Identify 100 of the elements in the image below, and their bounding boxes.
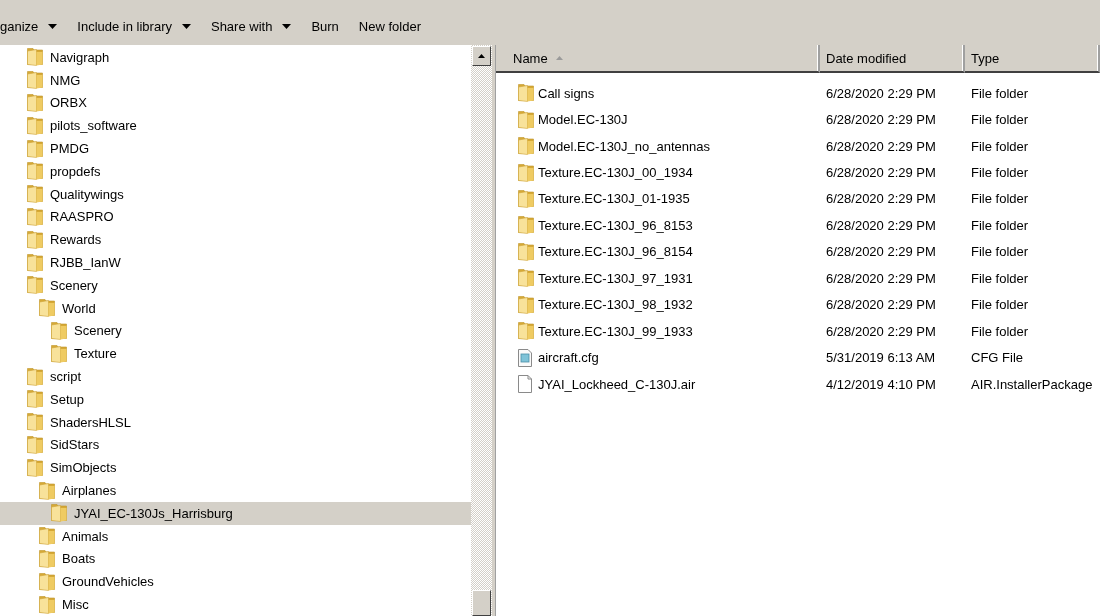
tree-item[interactable]: SimObjects xyxy=(0,456,471,480)
column-header[interactable]: Name xyxy=(496,45,820,73)
tree-item[interactable]: Airplanes xyxy=(0,479,471,502)
settings-file-icon xyxy=(518,348,532,367)
column-header[interactable]: Date modified xyxy=(820,45,965,73)
folder-icon xyxy=(27,413,43,432)
file-name[interactable]: Texture.EC-130J_98_1932 xyxy=(538,297,693,313)
folder-icon xyxy=(518,269,534,288)
folder-icon xyxy=(39,527,55,546)
folder-icon xyxy=(27,390,43,409)
folder-icon xyxy=(27,207,43,226)
folder-icon xyxy=(518,110,534,129)
tree-item[interactable]: Misc xyxy=(0,593,471,616)
folder-icon xyxy=(27,162,43,181)
file-name[interactable]: Model.EC-130J xyxy=(538,112,628,128)
folder-icon xyxy=(27,435,43,454)
blank-file-icon xyxy=(518,375,532,394)
date-modified: 6/28/2020 2:29 PM xyxy=(826,112,936,128)
file-type: File folder xyxy=(971,138,1029,154)
folder-icon xyxy=(518,137,534,156)
tree-item[interactable]: ShadersHLSL xyxy=(0,410,471,434)
tree-item[interactable]: World xyxy=(0,296,471,320)
file-name[interactable]: Texture.EC-130J_99_1933 xyxy=(538,323,693,339)
file-name[interactable]: Model.EC-130J_no_antennas xyxy=(538,138,710,154)
toolbar-button[interactable]: Share with xyxy=(200,12,302,40)
file-name[interactable]: JYAI_Lockheed_C-130J.air xyxy=(538,376,696,392)
folder-icon xyxy=(51,504,67,523)
file-name[interactable]: Texture.EC-130J_97_1931 xyxy=(538,270,693,286)
file-name[interactable]: Texture.EC-130J_96_8154 xyxy=(538,244,693,260)
file-name[interactable]: aircraft.cfg xyxy=(538,350,599,366)
folder-icon xyxy=(27,116,43,135)
arrow-up-icon xyxy=(478,54,485,58)
date-modified: 5/31/2019 6:13 AM xyxy=(826,350,936,366)
toolbar-button[interactable]: Burn xyxy=(301,12,349,40)
folder-icon xyxy=(518,163,534,182)
file-type: File folder xyxy=(971,85,1029,101)
date-modified: 6/28/2020 2:29 PM xyxy=(826,165,936,181)
file-type: File folder xyxy=(971,270,1029,286)
date-modified: 6/28/2020 2:29 PM xyxy=(826,323,936,339)
folder-icon xyxy=(39,299,55,318)
tree-item[interactable]: pilots_software xyxy=(0,114,471,138)
folder-icon xyxy=(27,185,43,204)
folder-icon xyxy=(27,458,43,477)
folder-icon xyxy=(51,344,67,363)
file-type: File folder xyxy=(971,165,1029,181)
date-modified: 6/28/2020 2:29 PM xyxy=(826,217,936,233)
file-name[interactable]: Texture.EC-130J_01-1935 xyxy=(538,191,690,207)
folder-icon xyxy=(27,94,43,112)
folder-icon xyxy=(27,48,43,67)
tree-item[interactable]: Qualitywings xyxy=(0,182,471,206)
tree-item[interactable]: NMG xyxy=(0,68,471,92)
folder-icon xyxy=(27,276,43,295)
column-header[interactable]: Type xyxy=(965,45,1100,73)
tree-item[interactable]: Boats xyxy=(0,547,471,571)
file-name[interactable]: Texture.EC-130J_96_8153 xyxy=(538,217,693,233)
folder-icon xyxy=(27,139,43,158)
tree-item[interactable]: Setup xyxy=(0,387,471,411)
date-modified: 6/28/2020 2:29 PM xyxy=(826,297,936,313)
tree-item[interactable]: Animals xyxy=(0,524,471,548)
date-modified: 4/12/2019 4:10 PM xyxy=(826,376,936,392)
file-type: File folder xyxy=(971,323,1029,339)
toolbar-button[interactable]: ganize xyxy=(0,12,68,40)
date-modified: 6/28/2020 2:29 PM xyxy=(826,138,936,154)
folder-icon xyxy=(27,253,43,272)
folder-icon xyxy=(27,230,43,249)
tree-item[interactable]: RJBB_IanW xyxy=(0,251,471,274)
folder-icon xyxy=(39,572,55,591)
tree-item[interactable]: RAASPRO xyxy=(0,205,471,229)
scroll-up-button[interactable] xyxy=(472,46,491,66)
file-type: File folder xyxy=(971,112,1029,128)
tree-item[interactable]: Texture xyxy=(0,342,471,366)
tree-item[interactable]: propdefs xyxy=(0,160,471,183)
file-name[interactable]: Texture.EC-130J_00_1934 xyxy=(538,165,693,181)
folder-icon xyxy=(518,322,534,341)
tree-item[interactable]: Navigraph xyxy=(0,46,471,69)
tree-item[interactable]: script xyxy=(0,365,471,388)
folder-icon xyxy=(39,595,55,614)
date-modified: 6/28/2020 2:29 PM xyxy=(826,270,936,286)
folder-icon xyxy=(518,216,534,235)
folder-icon xyxy=(39,549,55,568)
date-modified: 6/28/2020 2:29 PM xyxy=(826,85,936,101)
file-name[interactable]: Call signs xyxy=(538,85,595,101)
tree-item[interactable]: ORBX xyxy=(0,91,471,115)
tree-item[interactable]: GroundVehicles xyxy=(0,570,471,594)
tree-item[interactable]: JYAI_EC-130Js_Harrisburg xyxy=(0,501,471,525)
file-type: File folder xyxy=(971,297,1029,313)
file-type: AIR.InstallerPackage xyxy=(971,376,1093,392)
scrollbar-track[interactable] xyxy=(471,45,492,616)
folder-icon xyxy=(27,71,43,90)
tree-item[interactable]: PMDG xyxy=(0,137,471,160)
tree-item[interactable]: Rewards xyxy=(0,228,471,252)
tree-item[interactable]: Scenery xyxy=(0,319,471,343)
tree-item[interactable]: SidStars xyxy=(0,433,471,457)
toolbar-button[interactable]: Include in library xyxy=(67,12,201,40)
tree-item[interactable]: Scenery xyxy=(0,273,471,297)
toolbar-button[interactable]: New folder xyxy=(348,12,431,40)
folder-icon xyxy=(518,295,534,314)
scrollbar-thumb[interactable] xyxy=(472,590,491,616)
file-type: File folder xyxy=(971,217,1029,233)
folder-icon xyxy=(518,189,534,208)
